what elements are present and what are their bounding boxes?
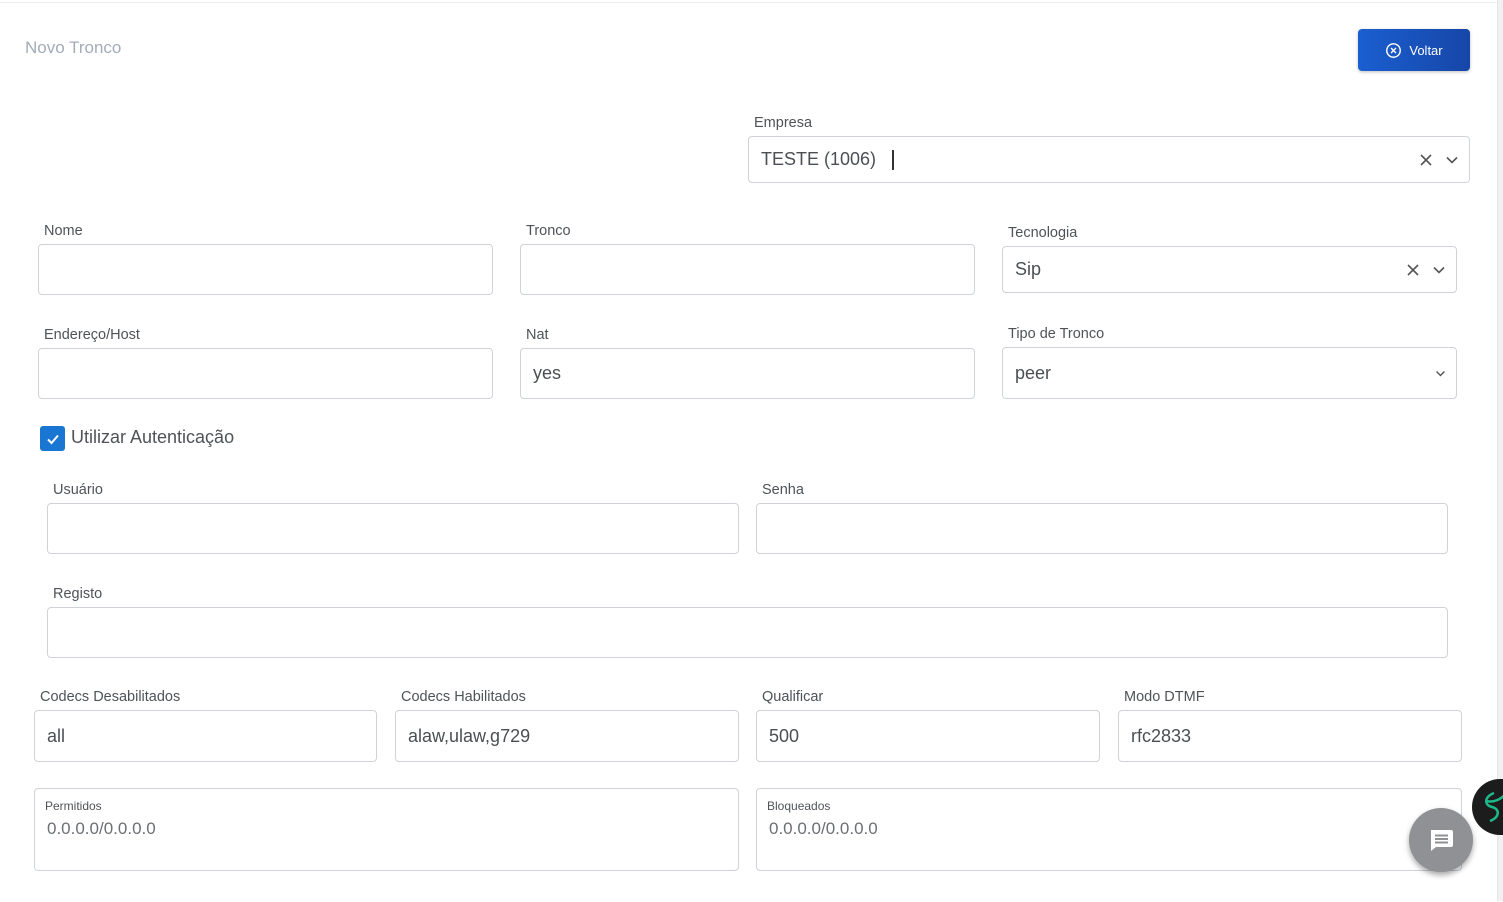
text-cursor [892, 149, 894, 170]
codecs-desab-label: Codecs Desabilitados [40, 689, 181, 705]
empresa-value: TESTE (1006) [761, 149, 877, 169]
permitidos-textarea[interactable]: Permitidos 0.0.0.0/0.0.0.0 [34, 788, 739, 871]
check-icon [46, 434, 59, 444]
dtmf-value: rfc2833 [1131, 725, 1192, 746]
qualificar-input[interactable]: 500 [756, 710, 1100, 762]
tipo-tronco-label: Tipo de Tronco [1008, 326, 1105, 342]
chat-icon [1431, 830, 1453, 851]
chevron-down-icon[interactable] [1445, 153, 1459, 167]
chevron-down-icon[interactable] [1432, 263, 1446, 277]
senha-label: Senha [762, 482, 804, 498]
back-button[interactable]: Voltar [1358, 29, 1470, 71]
tronco-label: Tronco [526, 223, 571, 239]
codecs-desab-value: all [47, 725, 66, 746]
dtmf-input[interactable]: rfc2833 [1118, 710, 1462, 762]
page-title: Novo Tronco [25, 38, 122, 57]
empresa-label: Empresa [754, 115, 813, 131]
tipo-tronco-value: peer [1015, 362, 1052, 383]
clear-icon[interactable] [1419, 153, 1433, 167]
clear-icon[interactable] [1406, 263, 1420, 277]
dtmf-label: Modo DTMF [1124, 689, 1205, 705]
usuario-label: Usuário [53, 482, 103, 498]
host-label: Endereço/Host [44, 327, 140, 343]
bloqueados-textarea[interactable]: Bloqueados 0.0.0.0/0.0.0.0 [756, 788, 1462, 871]
scrollbar[interactable] [1497, 0, 1503, 901]
registo-input[interactable] [47, 607, 1448, 658]
chevron-down-icon[interactable] [1435, 368, 1446, 379]
back-button-label: Voltar [1409, 42, 1443, 58]
codecs-desab-input[interactable]: all [34, 710, 377, 762]
usuario-input[interactable] [47, 503, 739, 554]
nat-input[interactable]: yes [520, 348, 975, 399]
nome-input[interactable] [38, 244, 493, 295]
auth-checkbox[interactable] [40, 426, 65, 451]
nat-value: yes [533, 363, 562, 383]
tecnologia-value: Sip [1015, 259, 1042, 279]
qualificar-label: Qualificar [762, 689, 824, 705]
codecs-hab-label: Codecs Habilitados [401, 689, 526, 705]
codecs-hab-input[interactable]: alaw,ulaw,g729 [395, 710, 739, 762]
permitidos-label: Permitidos [45, 799, 102, 813]
nat-label: Nat [526, 327, 549, 343]
close-circle-icon [1386, 42, 1402, 58]
bloqueados-value: 0.0.0.0/0.0.0.0 [769, 819, 878, 838]
nome-label: Nome [44, 223, 83, 239]
registo-label: Registo [53, 586, 103, 602]
chat-button[interactable] [1409, 808, 1473, 872]
qualificar-value: 500 [769, 725, 800, 746]
bloqueados-label: Bloqueados [767, 799, 831, 813]
host-input[interactable] [38, 348, 493, 399]
codecs-hab-value: alaw,ulaw,g729 [408, 725, 531, 746]
permitidos-value: 0.0.0.0/0.0.0.0 [47, 819, 156, 838]
senha-input[interactable] [756, 503, 1448, 554]
tipo-tronco-select[interactable]: peer [1002, 347, 1457, 399]
auth-checkbox-label[interactable]: Utilizar Autenticação [71, 427, 234, 448]
tecnologia-select[interactable]: Sip [1002, 246, 1457, 293]
tecnologia-label: Tecnologia [1008, 225, 1078, 241]
tronco-input[interactable] [520, 244, 975, 295]
empresa-select[interactable]: TESTE (1006) [748, 136, 1470, 183]
